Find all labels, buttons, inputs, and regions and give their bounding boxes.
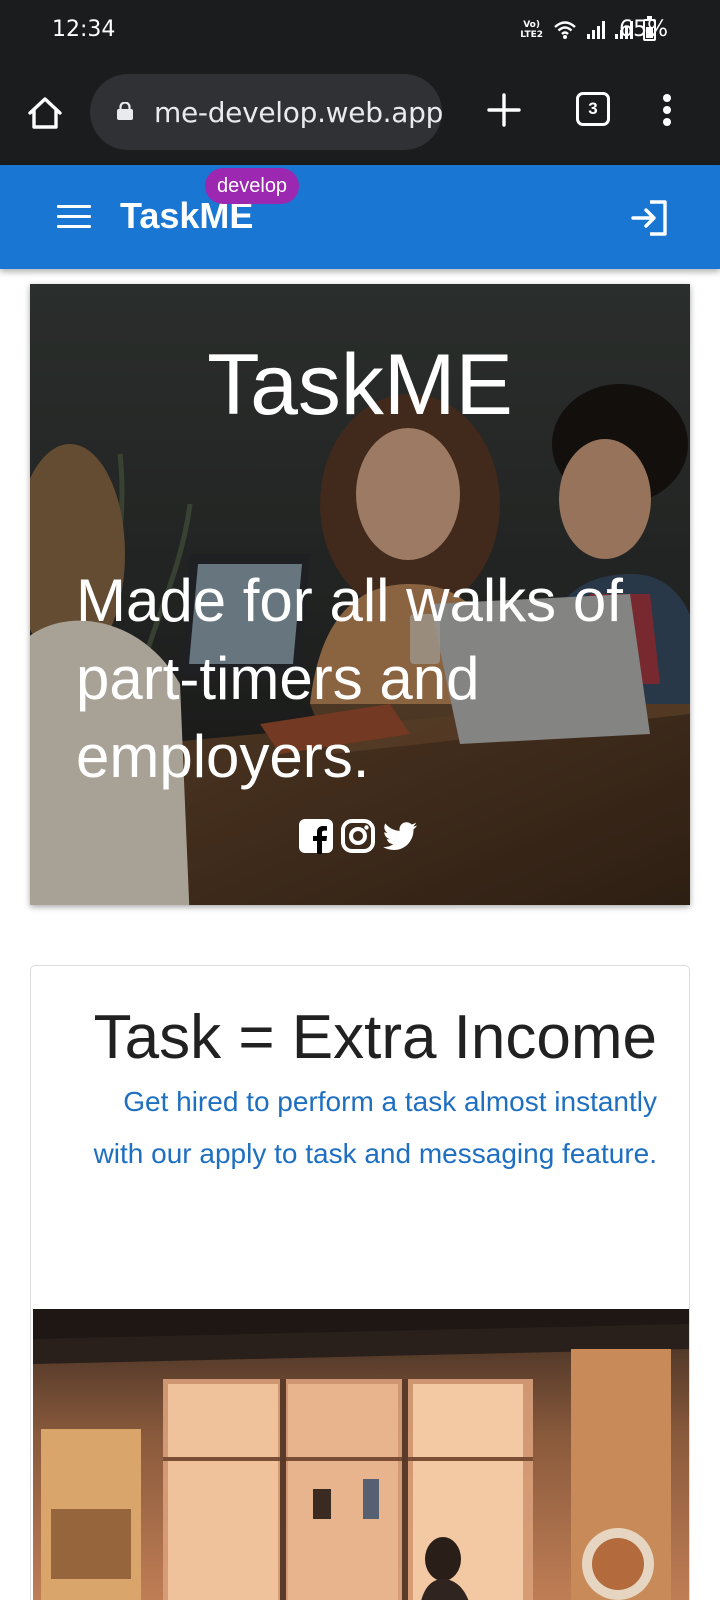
tab-switcher-button[interactable]: 3 xyxy=(576,92,610,126)
status-bar: 12:34 Vo) LTE2 65% xyxy=(0,0,720,60)
feature-heading: Task = Extra Income xyxy=(93,1003,657,1072)
app-header: TaskME develop xyxy=(0,165,720,269)
battery-percentage: 65% xyxy=(619,17,668,42)
environment-badge: develop xyxy=(205,168,300,204)
facebook-icon[interactable] xyxy=(298,818,334,854)
signal-icon-sim1 xyxy=(587,21,605,39)
feature-storefront-photo xyxy=(33,1309,689,1600)
feature-card: Task = Extra Income Get hired to perform… xyxy=(30,965,690,1600)
twitter-icon[interactable] xyxy=(382,818,418,854)
lte-label: LTE2 xyxy=(520,30,543,40)
browser-toolbar: me-develop.web.app 3 xyxy=(0,60,720,165)
feature-description: Get hired to perform a task almost insta… xyxy=(93,1086,657,1169)
instagram-icon[interactable] xyxy=(340,818,376,854)
status-time: 12:34 xyxy=(52,17,116,42)
hero-tagline: Made for all walks of part-timers and em… xyxy=(76,567,623,790)
hamburger-menu-icon[interactable] xyxy=(57,205,91,229)
wifi-icon xyxy=(554,21,576,39)
overflow-menu-icon[interactable] xyxy=(657,94,677,130)
volte-label: Vo) xyxy=(523,20,540,30)
lock-icon xyxy=(117,102,133,120)
address-bar[interactable]: me-develop.web.app xyxy=(90,74,442,150)
url-text: me-develop.web.app xyxy=(154,96,442,129)
home-icon[interactable] xyxy=(24,92,66,134)
login-icon[interactable] xyxy=(630,199,670,237)
volte-icon: Vo) LTE2 xyxy=(520,20,543,40)
new-tab-plus-icon[interactable] xyxy=(486,92,522,128)
hero-banner: TaskME Made for all walks of part-timers… xyxy=(30,284,690,905)
hero-title: TaskME xyxy=(207,337,513,433)
social-links xyxy=(298,818,418,854)
